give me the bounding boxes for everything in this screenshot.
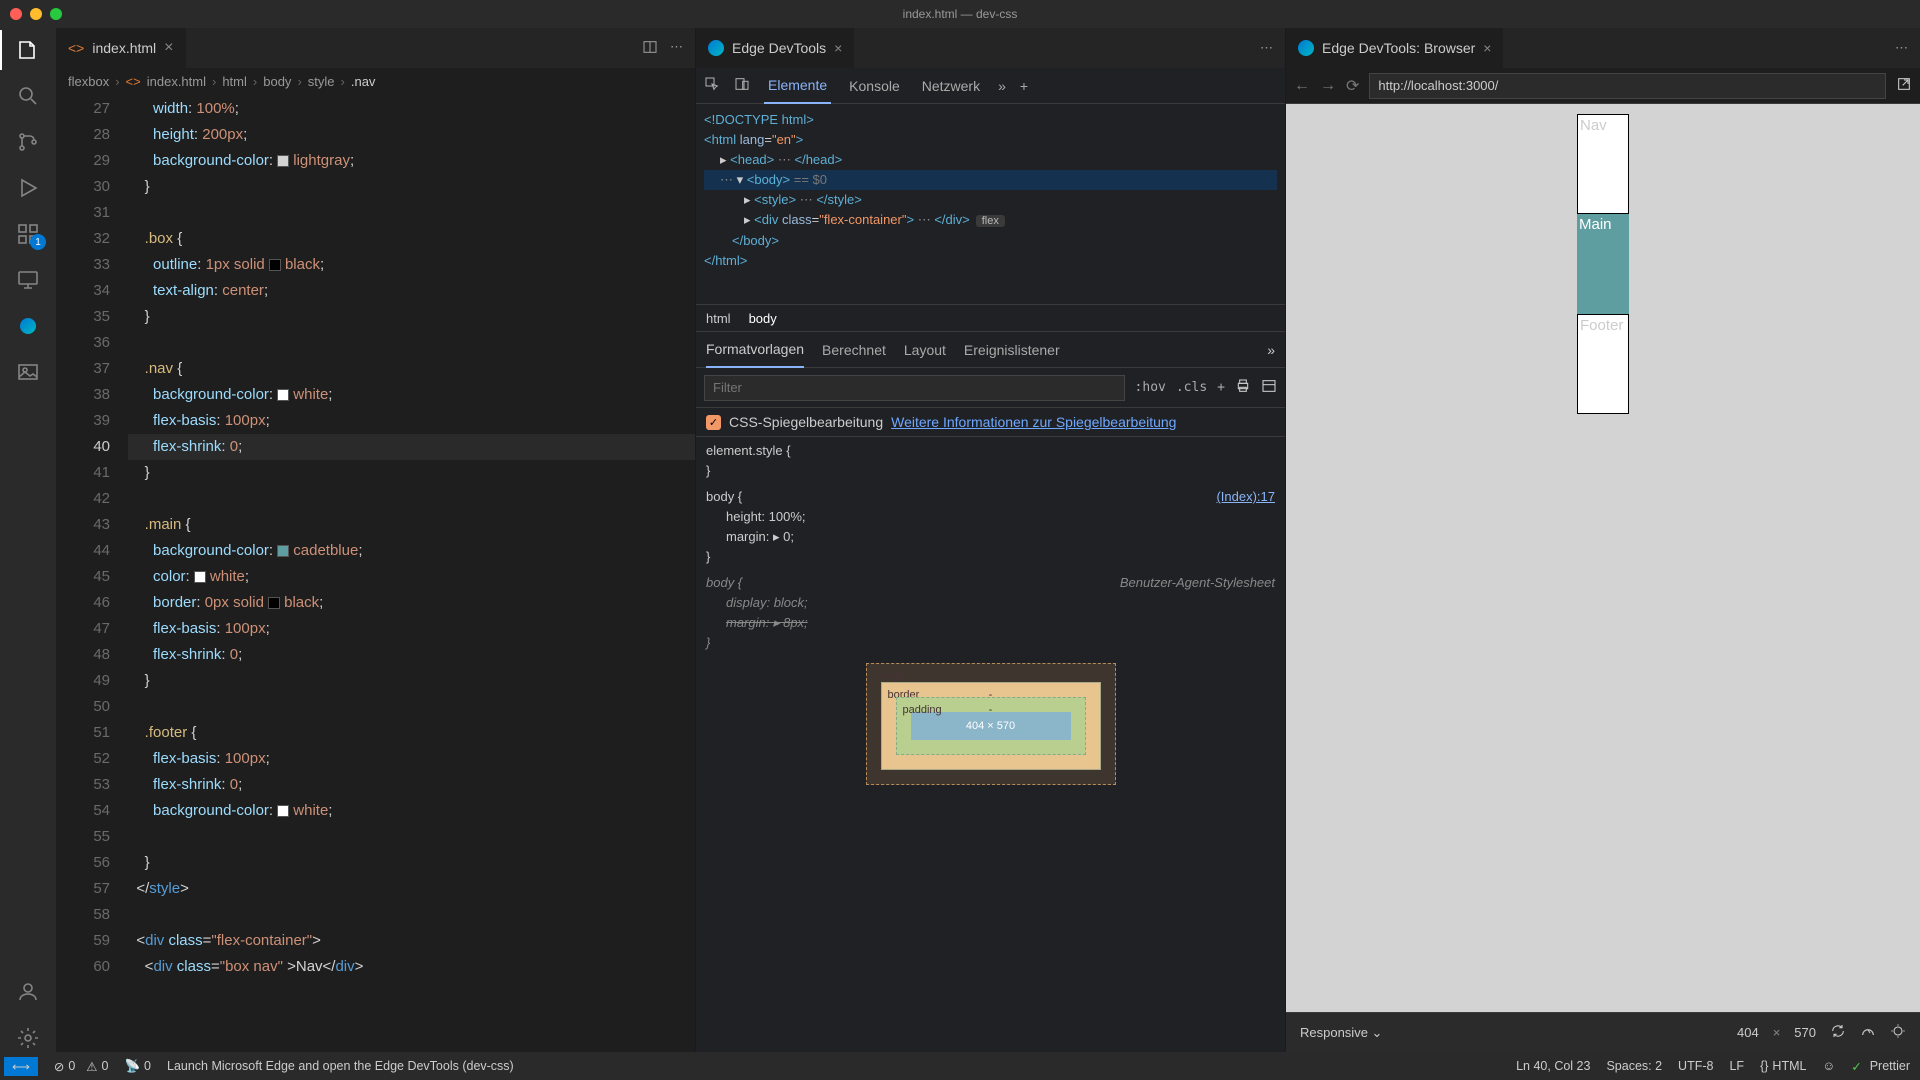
styles-filter-input[interactable]: [704, 375, 1125, 401]
more-icon[interactable]: ⋯: [1895, 40, 1908, 56]
forward-icon[interactable]: →: [1320, 77, 1336, 95]
activity-bar: 1: [0, 28, 56, 1052]
viewport-width[interactable]: 404: [1737, 1025, 1759, 1040]
dom-breadcrumb[interactable]: html body: [696, 304, 1285, 332]
breadcrumb[interactable]: flexbox› <> index.html› html› body› styl…: [56, 68, 695, 94]
preview-nav: Nav: [1577, 114, 1629, 214]
edge-icon: [1298, 40, 1314, 56]
responsive-mode[interactable]: Responsive ⌄: [1300, 1025, 1382, 1041]
more-tabs-icon[interactable]: »: [1267, 342, 1275, 358]
tab-elements[interactable]: Elemente: [764, 68, 831, 104]
close-icon[interactable]: ×: [164, 39, 173, 57]
viewport-height[interactable]: 570: [1794, 1025, 1816, 1040]
editor-pane: <> index.html × ⋯ flexbox› <> index.html…: [56, 28, 696, 1052]
close-icon[interactable]: ×: [1483, 40, 1491, 56]
mirror-checkbox[interactable]: ✓: [706, 415, 721, 430]
window-controls[interactable]: [10, 8, 62, 20]
inspect-icon[interactable]: [704, 76, 720, 95]
edge-tools-icon[interactable]: [14, 312, 42, 340]
more-icon[interactable]: ⋯: [1260, 40, 1273, 56]
html-file-icon: <>: [126, 74, 141, 89]
html-file-icon: <>: [68, 40, 84, 56]
prettier-status[interactable]: Prettier: [1851, 1059, 1910, 1074]
box-model[interactable]: margin- border- padding- 404 × 570: [866, 663, 1116, 785]
feedback-icon[interactable]: ☺: [1822, 1059, 1835, 1073]
search-icon[interactable]: [14, 82, 42, 110]
device-toggle-icon[interactable]: [734, 76, 750, 95]
titlebar: index.html — dev-css: [0, 0, 1920, 28]
settings-gear-icon[interactable]: [14, 1024, 42, 1052]
indentation[interactable]: Spaces: 2: [1606, 1059, 1662, 1073]
hov-toggle[interactable]: :hov: [1135, 380, 1166, 395]
print-icon[interactable]: [1235, 378, 1251, 397]
tab-label: index.html: [92, 40, 156, 56]
run-debug-icon[interactable]: [14, 174, 42, 202]
add-tab-icon[interactable]: +: [1020, 78, 1028, 94]
external-icon[interactable]: [1896, 76, 1912, 95]
cls-toggle[interactable]: .cls: [1176, 380, 1207, 395]
ports[interactable]: 📡 0: [124, 1059, 151, 1074]
more-icon[interactable]: ⋯: [670, 39, 683, 58]
close-icon[interactable]: ×: [834, 40, 842, 56]
image-icon[interactable]: [14, 358, 42, 386]
editor-tab-index[interactable]: <> index.html ×: [56, 28, 186, 68]
preview-main: Main: [1577, 214, 1629, 314]
close-icon[interactable]: [10, 8, 22, 20]
language-mode[interactable]: {} HTML: [1760, 1059, 1806, 1073]
source-control-icon[interactable]: [14, 128, 42, 156]
reload-icon[interactable]: ⟳: [1346, 76, 1359, 96]
back-icon[interactable]: ←: [1294, 77, 1310, 95]
tab-layout[interactable]: Layout: [904, 332, 946, 368]
explorer-icon[interactable]: [14, 36, 42, 64]
cursor-position[interactable]: Ln 40, Col 23: [1516, 1059, 1590, 1073]
extensions-icon[interactable]: 1: [14, 220, 42, 248]
tab-computed[interactable]: Berechnet: [822, 332, 886, 368]
tab-console[interactable]: Konsole: [845, 68, 904, 104]
styles-panel[interactable]: element.style { } (Index):17body { heigh…: [696, 437, 1285, 1052]
minimize-icon[interactable]: [30, 8, 42, 20]
new-rule-icon[interactable]: +: [1217, 380, 1225, 395]
more-tabs-icon[interactable]: »: [998, 78, 1006, 94]
tab-styles[interactable]: Formatvorlagen: [706, 332, 804, 368]
encoding[interactable]: UTF-8: [1678, 1059, 1713, 1073]
browser-pane: Edge DevTools: Browser × ⋯ ← → ⟳ Nav Mai…: [1286, 28, 1920, 1052]
devtools-pane: Edge DevTools × ⋯ Elemente Konsole Netzw…: [696, 28, 1286, 1052]
browser-viewport[interactable]: Nav Main Footer: [1286, 104, 1920, 1012]
launch-task[interactable]: Launch Microsoft Edge and open the Edge …: [167, 1059, 514, 1073]
screenshot-icon[interactable]: [1890, 1023, 1906, 1042]
window-title: index.html — dev-css: [903, 7, 1018, 21]
panel-icon[interactable]: [1261, 378, 1277, 397]
problems[interactable]: ⊘ 0 ⚠ 0: [54, 1059, 109, 1074]
tab-events[interactable]: Ereignislistener: [964, 332, 1060, 368]
code-editor[interactable]: 2728293031323334353637383940414243444546…: [56, 94, 695, 1052]
devtools-tab[interactable]: Edge DevTools ×: [696, 28, 854, 68]
eol[interactable]: LF: [1729, 1059, 1744, 1073]
browser-tab[interactable]: Edge DevTools: Browser ×: [1286, 28, 1503, 68]
dom-tree[interactable]: <!DOCTYPE html> <html lang="en"> ▸ <head…: [696, 104, 1285, 304]
editor-tabs: <> index.html × ⋯: [56, 28, 695, 68]
extensions-badge: 1: [30, 234, 46, 250]
throttle-icon[interactable]: [1860, 1023, 1876, 1042]
url-input[interactable]: [1369, 73, 1886, 99]
zoom-icon[interactable]: [50, 8, 62, 20]
split-editor-icon[interactable]: [642, 39, 658, 58]
preview-footer: Footer: [1577, 314, 1629, 414]
status-bar: ⟷ ⊘ 0 ⚠ 0 📡 0 Launch Microsoft Edge and …: [0, 1052, 1920, 1080]
account-icon[interactable]: [14, 978, 42, 1006]
tab-network[interactable]: Netzwerk: [918, 68, 984, 104]
remote-indicator[interactable]: ⟷: [4, 1057, 38, 1076]
remote-explorer-icon[interactable]: [14, 266, 42, 294]
mirror-info-link[interactable]: Weitere Informationen zur Spiegelbearbei…: [891, 414, 1176, 430]
edge-icon: [708, 40, 724, 56]
rotate-icon[interactable]: [1830, 1023, 1846, 1042]
